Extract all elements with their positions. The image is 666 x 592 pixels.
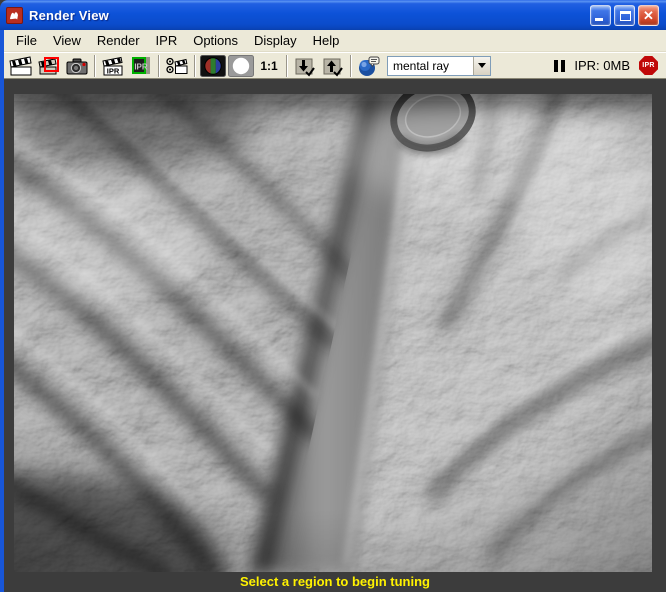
display-alpha-channel-button[interactable] (227, 54, 255, 78)
rendered-image[interactable] (14, 94, 652, 572)
menu-item-display[interactable]: Display (246, 31, 305, 51)
open-render-globals-button[interactable] (355, 54, 383, 78)
close-icon: ✕ (643, 7, 654, 23)
ipr-render-current-frame-button[interactable]: IPR (99, 54, 127, 78)
remove-image-icon (323, 58, 343, 77)
render-viewport: Select a region to begin tuning (4, 79, 666, 591)
chevron-down-icon (478, 63, 486, 68)
menu-item-help[interactable]: Help (305, 31, 348, 51)
remove-image-button[interactable] (319, 54, 347, 78)
menu-item-file[interactable]: File (8, 31, 45, 51)
toolbar-separator (194, 54, 196, 77)
pause-ipr-tuning-button[interactable] (554, 59, 566, 72)
maximize-icon (620, 10, 631, 21)
display-real-size-button[interactable]: 1:1 (255, 54, 283, 78)
menu-item-options[interactable]: Options (185, 31, 246, 51)
redo-previous-ipr-render-button[interactable]: IPR (127, 54, 155, 78)
pause-icon (554, 59, 559, 72)
keep-image-button[interactable] (291, 54, 319, 78)
redo-previous-render-button[interactable] (35, 54, 63, 78)
alpha-channel-icon (228, 54, 254, 77)
snapshot-button[interactable] (63, 54, 91, 78)
titlebar[interactable]: Render View ✕ (0, 0, 666, 30)
close-button[interactable]: ✕ (638, 4, 659, 26)
menu-item-view[interactable]: View (45, 31, 89, 51)
rgb-channels-icon (200, 54, 226, 77)
keep-image-icon (295, 58, 315, 77)
redo-ipr-label: IPR (134, 63, 148, 72)
minimize-button[interactable] (590, 4, 611, 26)
ipr-stop-icon: IPR (642, 62, 655, 69)
toolbar-separator (158, 54, 160, 77)
redo-render-icon (38, 57, 59, 75)
ipr-render-label: IPR (107, 67, 120, 76)
maximize-button[interactable] (614, 4, 635, 26)
menu-item-render[interactable]: Render (89, 31, 148, 51)
toolbar-separator (350, 54, 352, 77)
render-current-frame-button[interactable] (7, 54, 35, 78)
render-icon (9, 56, 32, 76)
real-size-label: 1:1 (260, 58, 278, 73)
menu-item-ipr[interactable]: IPR (148, 31, 186, 51)
ipr-memory-label: IPR: 0MB (574, 58, 630, 73)
redo-ipr-render-icon: IPR (132, 57, 150, 74)
refresh-ipr-image-button[interactable] (163, 54, 191, 78)
status-message: Select a region to begin tuning (240, 574, 430, 589)
render-view-window: Render View ✕ File View Render IPR Optio… (0, 0, 666, 592)
toolbar: IPR IPR 1:1 mental ray IPR: 0MB IPR (4, 52, 666, 79)
renderer-select[interactable]: mental ray (387, 55, 491, 76)
stop-ipr-button[interactable]: IPR (639, 56, 658, 75)
toolbar-separator (286, 54, 288, 77)
display-rgb-channels-button[interactable] (199, 54, 227, 78)
renderer-dropdown-button[interactable] (473, 56, 490, 75)
minimize-icon (595, 17, 603, 21)
refresh-ipr-icon (166, 57, 188, 74)
renderer-selected-value: mental ray (393, 58, 450, 73)
maya-window-icon (6, 6, 23, 24)
render-globals-icon (359, 56, 380, 76)
menu-bar: File View Render IPR Options Display Hel… (4, 30, 666, 52)
snapshot-icon (66, 58, 88, 74)
window-title: Render View (29, 7, 109, 23)
ipr-render-icon: IPR (102, 56, 123, 76)
toolbar-separator (94, 54, 96, 77)
